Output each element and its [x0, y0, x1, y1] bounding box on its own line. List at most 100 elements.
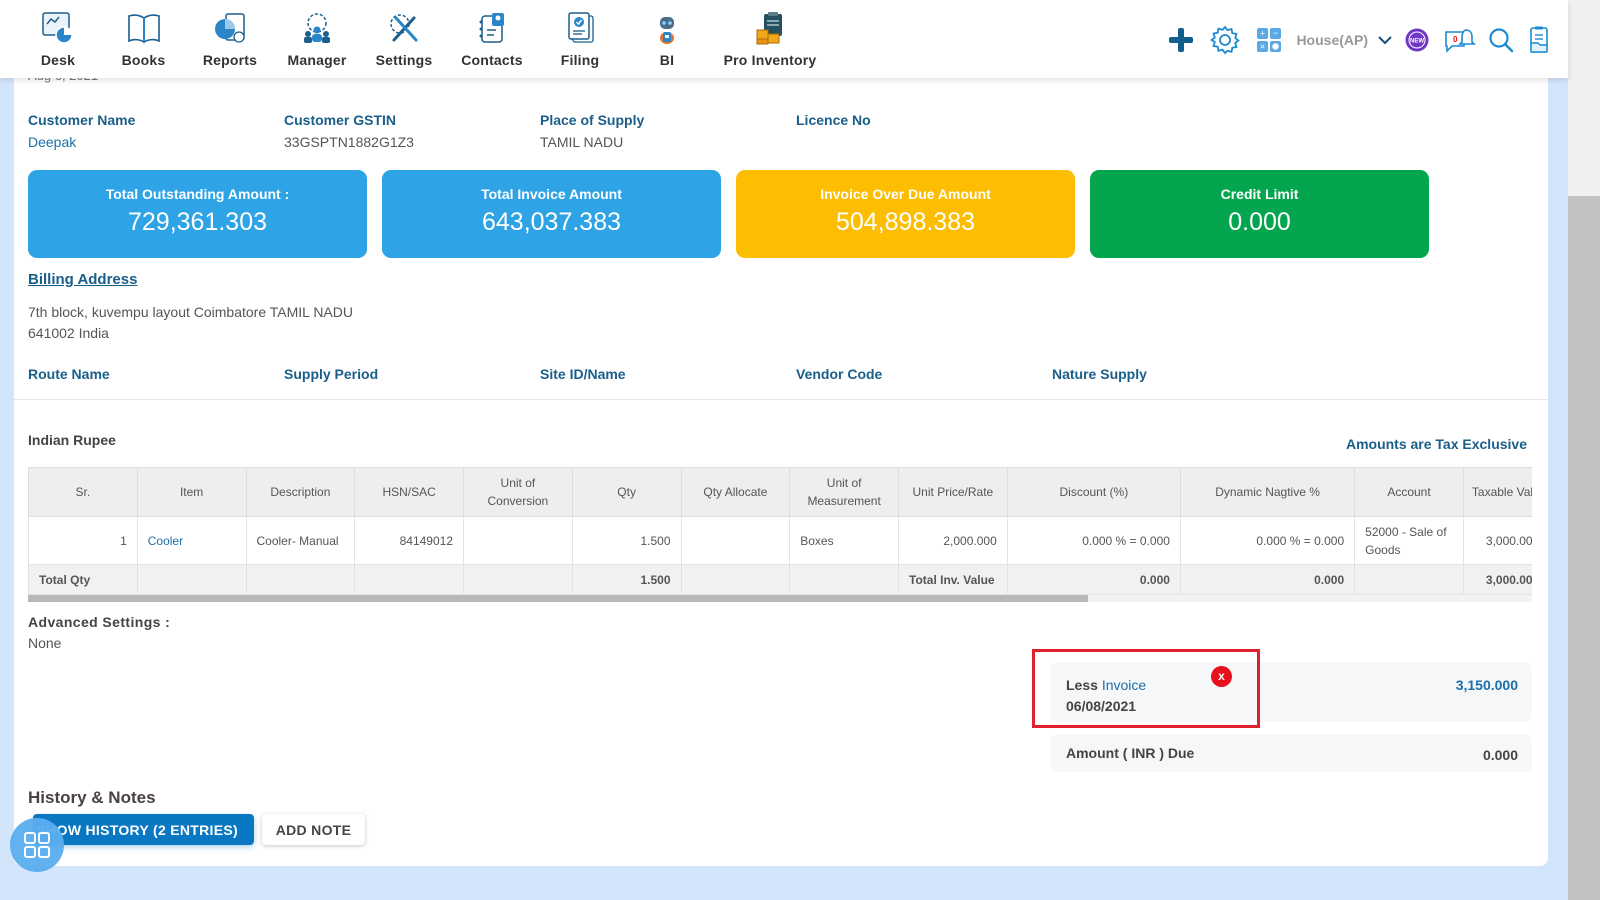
billing-address: 7th block, kuvempu layout Coimbatore TAM…	[28, 302, 353, 344]
add-new-button[interactable]	[1168, 27, 1194, 53]
col-header: HSN/SAC	[354, 467, 464, 517]
advanced-settings-label: Advanced Settings :	[28, 614, 171, 630]
nav-books[interactable]: Books	[96, 0, 191, 78]
stat-invoice-overdue: Invoice Over Due Amount 504,898.383	[736, 170, 1075, 258]
currency-label: Indian Rupee	[28, 432, 116, 448]
nav-settings[interactable]: Settings	[365, 0, 443, 78]
calculator-button[interactable]: + − ×	[1256, 27, 1282, 53]
page-scrollbar-thumb[interactable]	[1568, 196, 1600, 900]
table-header-row: Sr. Item Description HSN/SAC Unit of Con…	[28, 467, 1532, 517]
stat-title: Invoice Over Due Amount	[820, 186, 991, 202]
col-header: Item	[136, 467, 247, 517]
table-hscroll-thumb[interactable]	[28, 595, 1088, 602]
bi-robot-icon	[647, 8, 687, 48]
customer-gstin-value: 33GSPTN1882G1Z3	[284, 134, 414, 150]
amount-due-label: Amount ( INR ) Due	[1066, 745, 1195, 761]
total-qty-label: Total Qty	[28, 564, 138, 595]
page-right-gutter	[1548, 78, 1568, 900]
cell-qty-allocate	[680, 516, 791, 565]
col-header: Sr.	[28, 467, 138, 517]
cell-sr: 1	[28, 516, 138, 565]
line-items-table: Sr. Item Description HSN/SAC Unit of Con…	[28, 467, 1532, 603]
nav-desk[interactable]: Desk	[20, 0, 96, 78]
document-folder-icon	[1530, 26, 1548, 53]
search-button[interactable]	[1488, 27, 1514, 53]
stat-value: 0.000	[1228, 208, 1291, 236]
less-invoice-amount: 3,150.000	[1455, 677, 1518, 693]
billing-address-link[interactable]: Billing Address	[28, 271, 137, 288]
chevron-down-icon	[1378, 36, 1392, 45]
settings-button[interactable]	[1210, 25, 1241, 55]
amount-due-row: Amount ( INR ) Due 0.000	[1050, 734, 1532, 772]
licence-no-field: Licence No	[796, 112, 1052, 150]
cell-rate: 2,000.000	[898, 516, 1008, 565]
show-history-button[interactable]: SHOW HISTORY (2 ENTRIES)	[33, 814, 254, 845]
total-empty	[680, 564, 791, 595]
add-note-button[interactable]: ADD NOTE	[262, 814, 365, 845]
stat-title: Total Outstanding Amount :	[105, 186, 290, 202]
customer-gstin-field: Customer GSTIN 33GSPTN1882G1Z3	[284, 112, 540, 150]
cell-description: Cooler- Manual	[245, 516, 356, 565]
contacts-icon	[472, 8, 512, 48]
stat-total-outstanding: Total Outstanding Amount : 729,361.303	[28, 170, 367, 258]
cell-taxable: 3,000.000	[1462, 516, 1532, 565]
notifications-button[interactable]: 0	[1444, 26, 1476, 54]
svg-text:+: +	[1260, 29, 1265, 39]
col-header: Qty	[571, 467, 682, 517]
vendor-code-label: Vendor Code	[796, 366, 883, 382]
desk-icon	[38, 8, 78, 48]
advanced-settings-value: None	[28, 635, 62, 651]
total-empty	[354, 564, 464, 595]
col-header: Account	[1354, 467, 1464, 517]
nav-pro-inventory[interactable]: Pro Inventory	[715, 0, 825, 78]
cell-item-link[interactable]: Cooler	[136, 516, 247, 565]
svg-text:0: 0	[1453, 35, 1458, 44]
new-badge-icon: NEW	[1405, 28, 1429, 52]
nav-manager[interactable]: Manager	[269, 0, 365, 78]
documents-button[interactable]	[1528, 26, 1550, 54]
stat-title: Credit Limit	[1220, 186, 1299, 202]
nav-reports[interactable]: Reports	[191, 0, 269, 78]
stat-credit-limit: Credit Limit 0.000	[1090, 170, 1429, 258]
nature-supply-label: Nature Supply	[1052, 366, 1147, 382]
cell-hsn: 84149012	[354, 516, 464, 565]
total-taxable: 3,000.000	[1462, 564, 1532, 595]
customer-name-field: Customer Name Deepak	[28, 112, 284, 150]
cell-qty: 1.500	[571, 516, 682, 565]
site-id-label: Site ID/Name	[540, 366, 626, 382]
col-header: Unit of Conversion	[463, 467, 573, 517]
supply-period-label: Supply Period	[284, 366, 379, 382]
total-discount: 0.000	[1006, 564, 1181, 595]
whats-new-button[interactable]: NEW	[1404, 27, 1430, 53]
grid-apps-icon	[24, 832, 50, 858]
apps-fab-button[interactable]	[10, 818, 64, 872]
remove-payment-button[interactable]: x	[1211, 666, 1232, 687]
nav-contacts[interactable]: Contacts	[443, 0, 541, 78]
calculator-icon: + −×	[1257, 28, 1282, 52]
customer-info-row: Customer Name Deepak Customer GSTIN 33GS…	[28, 112, 1052, 150]
licence-no-label: Licence No	[796, 112, 871, 128]
table-row: 1 Cooler Cooler- Manual 84149012 1.500 B…	[28, 516, 1532, 565]
total-empty	[1354, 564, 1464, 595]
header-tools: + − × House(AP) NEW 0	[1156, 20, 1550, 60]
billing-address-line2: 641002 India	[28, 325, 109, 341]
books-icon	[124, 8, 164, 48]
col-header: Unit Price/Rate	[898, 467, 1008, 517]
customer-name-value[interactable]: Deepak	[28, 134, 284, 150]
nav-filing[interactable]: Filing	[541, 0, 619, 78]
route-name-label: Route Name	[28, 366, 110, 382]
filing-icon	[560, 8, 600, 48]
customer-name-label: Customer Name	[28, 112, 136, 128]
nav-bi[interactable]: BI	[619, 0, 715, 78]
col-header: Dynamic Nagtive %	[1179, 467, 1356, 517]
history-notes-title: History & Notes	[28, 788, 156, 807]
main-nav: Desk Books Reports Manager Settings Cont…	[20, 0, 825, 78]
place-of-supply-value: TAMIL NADU	[540, 134, 624, 150]
company-selector[interactable]: House(AP)	[1296, 32, 1368, 48]
search-icon	[1489, 28, 1514, 53]
highlight-box	[1032, 649, 1260, 728]
billing-address-line1: 7th block, kuvempu layout Coimbatore TAM…	[28, 304, 353, 320]
company-dropdown-chevron[interactable]	[1378, 35, 1392, 45]
total-inv-value-label: Total Inv. Value	[898, 564, 1008, 595]
plus-icon	[1169, 28, 1194, 52]
